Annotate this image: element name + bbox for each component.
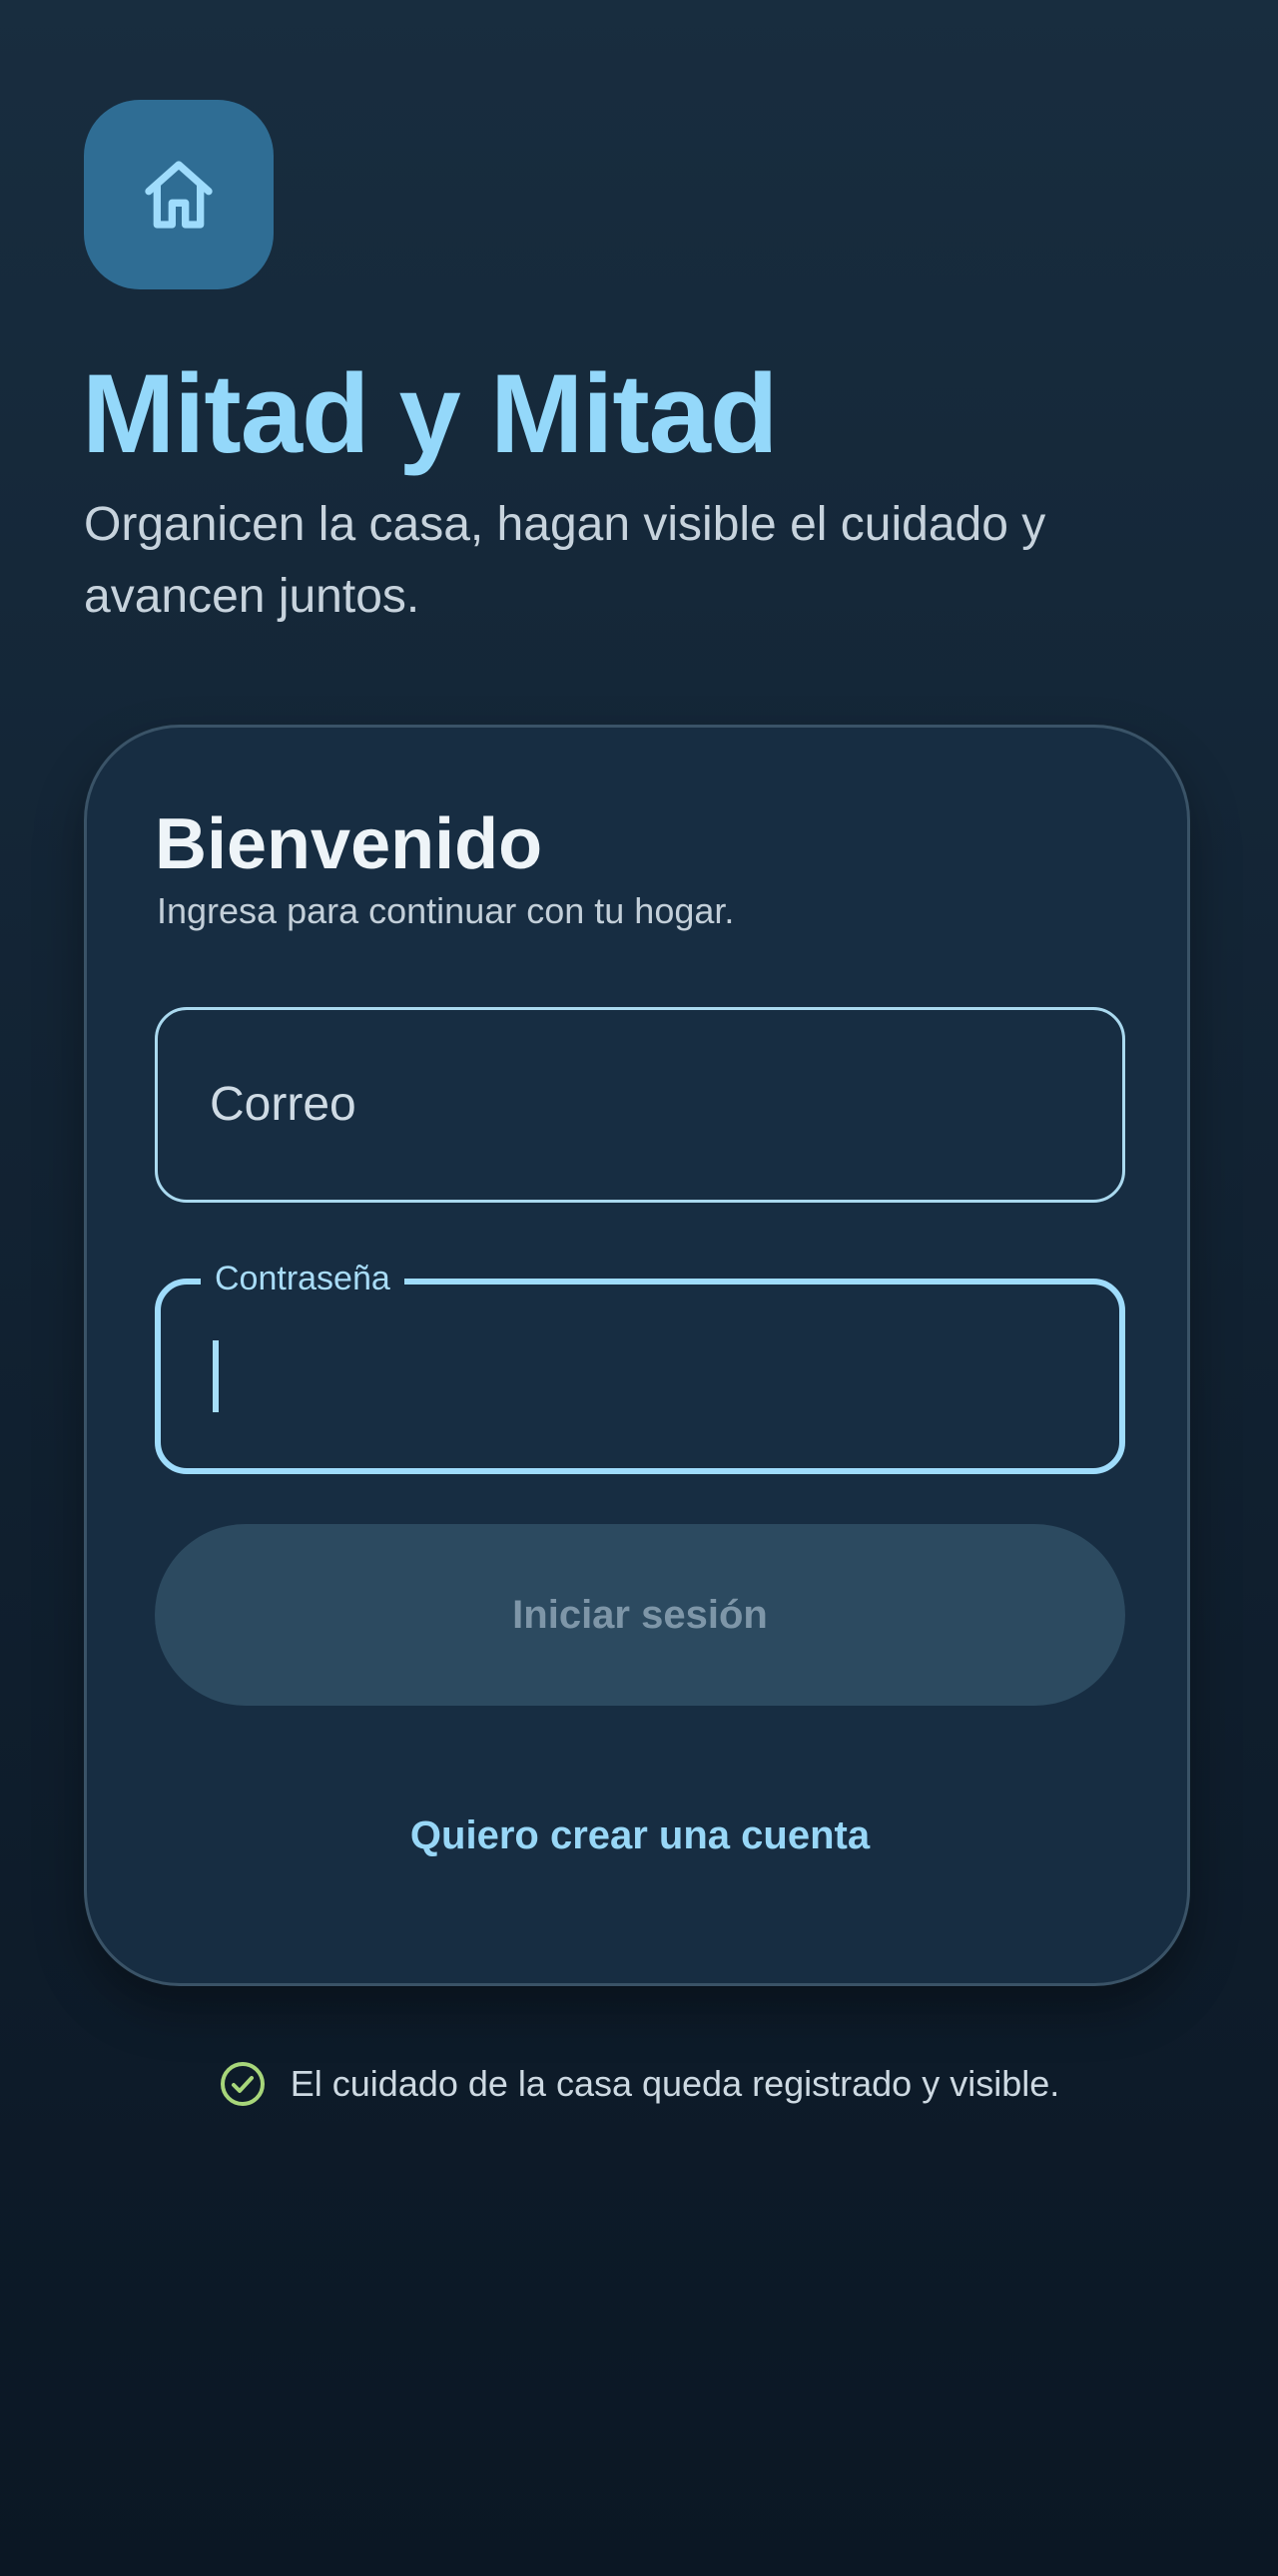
app-title: Mitad y Mitad — [82, 351, 778, 476]
login-button[interactable]: Iniciar sesión — [155, 1524, 1125, 1706]
email-placeholder: Correo — [210, 1078, 356, 1131]
footer-text: El cuidado de la casa queda registrado y… — [290, 2063, 1060, 2104]
app-subtitle: Organicen la casa, hagan visible el cuid… — [84, 498, 1046, 623]
login-card: Bienvenido Ingresa para continuar con tu… — [84, 725, 1190, 1986]
text-cursor — [213, 1340, 219, 1412]
email-field[interactable]: Correo — [155, 1007, 1125, 1203]
create-account-link[interactable]: Quiero crear una cuenta — [155, 1805, 1125, 1865]
password-field[interactable]: Contraseña — [155, 1255, 1125, 1474]
check-circle-icon — [219, 2060, 267, 2108]
card-subtitle: Ingresa para continuar con tu hogar. — [157, 890, 735, 931]
password-label: Contraseña — [201, 1255, 404, 1302]
footer-note: El cuidado de la casa queda registrado y… — [0, 2054, 1278, 2114]
app-logo — [84, 100, 274, 289]
home-icon — [145, 161, 213, 229]
card-title: Bienvenido — [155, 804, 543, 884]
login-button-label: Iniciar sesión — [512, 1592, 768, 1637]
